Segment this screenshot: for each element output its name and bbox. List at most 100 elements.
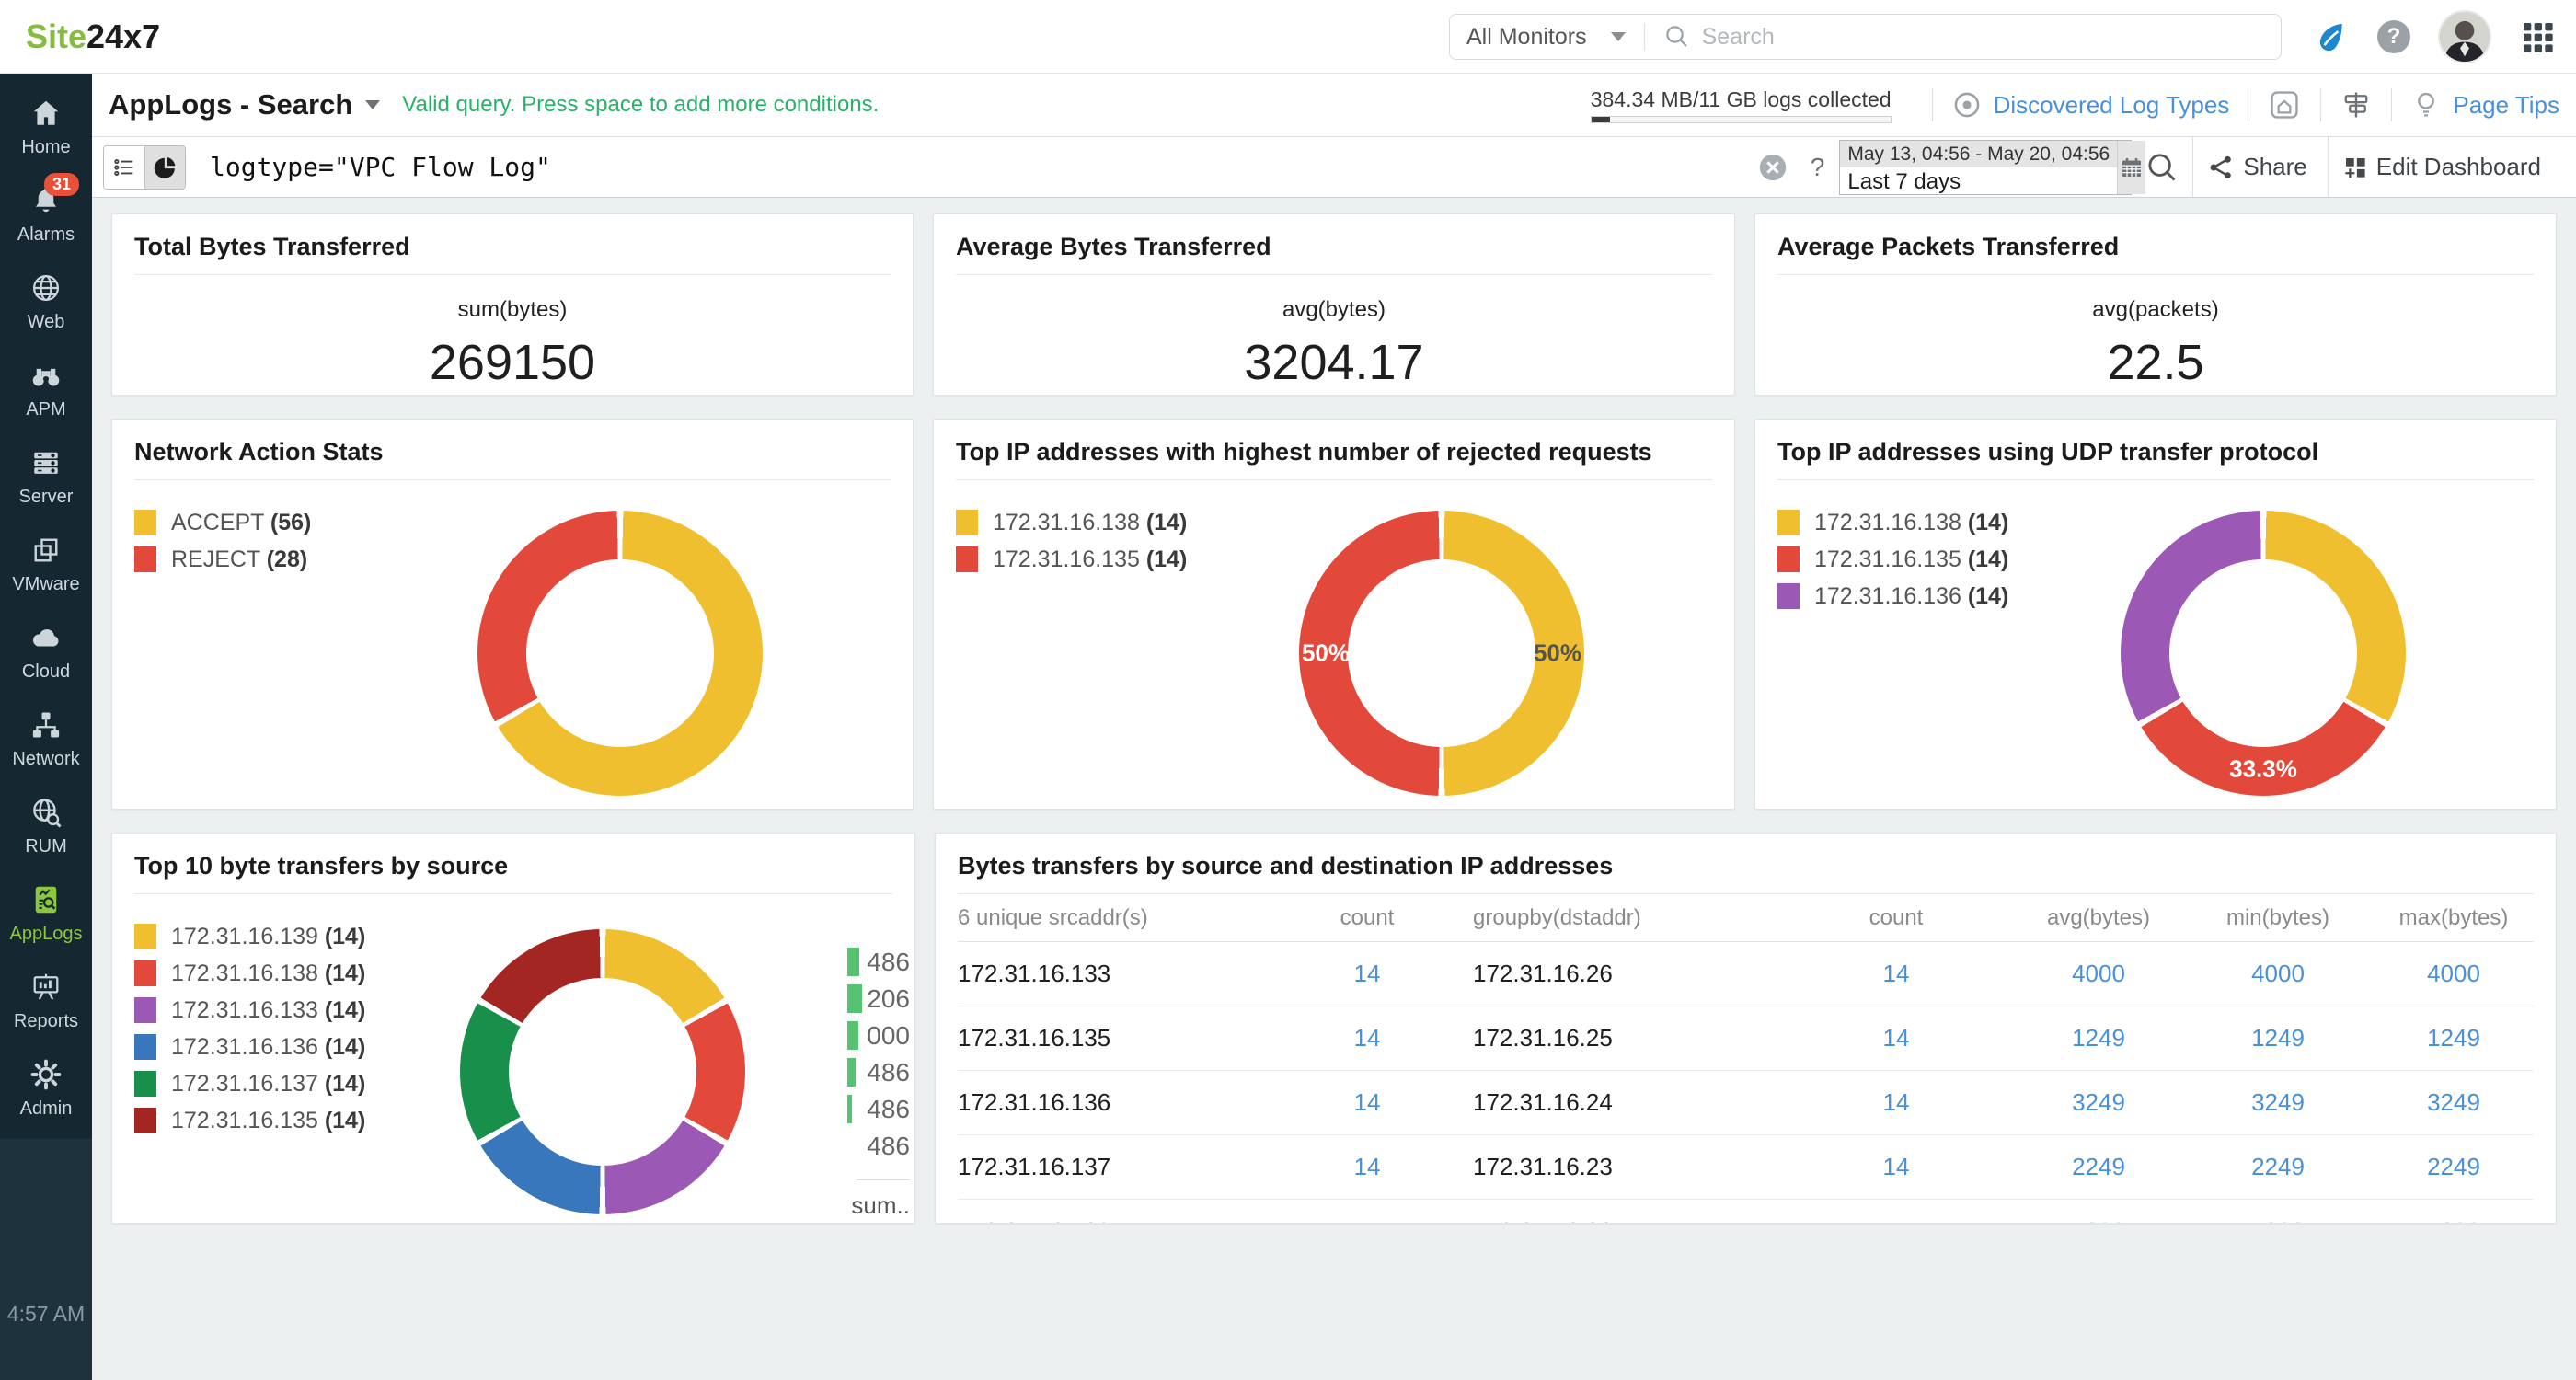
clear-query-icon[interactable] [1757, 152, 1788, 183]
search-submit-icon[interactable] [2145, 150, 2179, 185]
ip-cell: 172.31.16.136 [958, 1088, 1111, 1116]
sidebar-item-server[interactable]: Server [0, 432, 92, 520]
value-cell[interactable]: 14 [1786, 960, 2007, 988]
sidebar-item-cloud[interactable]: Cloud [0, 607, 92, 695]
help-icon[interactable]: ? [2377, 20, 2410, 53]
value-cell[interactable]: 3249 [2191, 1088, 2365, 1117]
chart-view-button[interactable] [144, 145, 185, 189]
discovered-log-types-link[interactable]: Discovered Log Types [1994, 91, 2230, 120]
legend-swatch [134, 924, 156, 949]
legend-item[interactable]: 172.31.16.136 (14) [1777, 583, 2008, 609]
home-frame-icon[interactable] [2267, 87, 2302, 122]
strip-bar-row: 486 [847, 1091, 910, 1128]
value-cell[interactable]: 4000 [2007, 960, 2191, 988]
site24x7-logo[interactable]: Site24x7 [26, 17, 160, 56]
sidebar-item-home[interactable]: Home [0, 83, 92, 170]
value-cell[interactable]: 14 [1786, 1217, 2007, 1223]
page-title[interactable]: AppLogs - Search [109, 88, 352, 121]
legend-item[interactable]: 172.31.16.136 (14) [134, 1034, 365, 1060]
value-cell[interactable]: 1249 [2191, 1024, 2365, 1052]
value-cell[interactable]: 14 [1261, 1088, 1473, 1117]
sidebar-item-rum[interactable]: RUM [0, 782, 92, 869]
sidebar-item-network[interactable]: Network [0, 695, 92, 782]
value-cell[interactable]: 3249 [2007, 1088, 2191, 1117]
value-cell[interactable]: 3249 [2365, 1088, 2542, 1117]
network-action-stats-donut-chart[interactable] [477, 511, 763, 796]
query-input[interactable]: logtype="VPC Flow Log" [210, 152, 1744, 182]
ip-cell: 172.31.16.23 [1473, 1153, 1613, 1180]
search-icon [1663, 23, 1691, 51]
chevron-down-icon [1610, 32, 1626, 41]
strip-bar-row: 000 [847, 1018, 910, 1054]
sidebar-item-alarms[interactable]: 31 Alarms [0, 170, 92, 258]
value-cell[interactable]: 4000 [2191, 960, 2365, 988]
page-tips-link[interactable]: Page Tips [2453, 91, 2559, 120]
legend-item[interactable]: 172.31.16.139 (14) [134, 924, 365, 949]
list-view-button[interactable] [104, 145, 144, 189]
topbar: Site24x7 All Monitors ? [0, 0, 2576, 74]
value-cell[interactable]: 1249 [2007, 1024, 2191, 1052]
legend-item[interactable]: 172.31.16.138 (14) [956, 510, 1187, 535]
sidebar-item-vmware[interactable]: VMware [0, 520, 92, 607]
ip-cell: 172.31.16.135 [958, 1024, 1111, 1052]
value-cell[interactable]: 1249 [2365, 1024, 2542, 1052]
sidebar-item-admin[interactable]: Admin [0, 1044, 92, 1132]
value-cell[interactable]: 14 [1261, 1024, 1473, 1052]
legend-swatch [134, 546, 156, 572]
divider [2320, 88, 2322, 121]
query-help-icon[interactable]: ? [1811, 153, 1825, 182]
strip-bar-row: 486 [847, 944, 910, 981]
value-cell[interactable]: 2249 [2365, 1153, 2542, 1181]
value-cell[interactable]: 14 [1261, 1153, 1473, 1181]
top-udp-ips-donut-chart[interactable]: 33.3% [2121, 511, 2406, 796]
value-cell[interactable]: 2249 [2191, 1153, 2365, 1181]
value-cell[interactable]: 14 [1261, 1217, 1473, 1223]
signpost-icon[interactable] [2340, 88, 2373, 121]
chevron-down-icon[interactable] [365, 100, 381, 109]
monitor-selector[interactable]: All Monitors [1466, 24, 1626, 51]
legend-item[interactable]: REJECT (28) [134, 546, 311, 572]
legend-item[interactable]: 172.31.16.138 (14) [134, 960, 365, 986]
legend-item[interactable]: 172.31.16.135 (14) [1777, 546, 2008, 572]
legend-item[interactable]: 172.31.16.135 (14) [956, 546, 1187, 572]
edit-dashboard-button[interactable]: Edit Dashboard [2329, 153, 2576, 181]
whats-new-icon[interactable] [2313, 18, 2350, 55]
value-cell[interactable]: 14 [1786, 1024, 2007, 1052]
sidebar-item-applogs[interactable]: AppLogs [0, 869, 92, 957]
value-cell[interactable]: 4999 [2365, 1217, 2542, 1223]
legend-label: 172.31.16.135 (14) [1814, 546, 2009, 572]
avatar[interactable] [2438, 10, 2491, 63]
value-cell[interactable]: 14 [1261, 960, 1473, 988]
value-cell[interactable]: 4999 [2191, 1217, 2365, 1223]
share-button[interactable]: Share [2193, 153, 2327, 182]
value-cell[interactable]: 14 [1786, 1153, 2007, 1181]
slice-percent-label: 50% [1301, 638, 1351, 667]
legend-item[interactable]: 172.31.16.138 (14) [1777, 510, 2008, 535]
applogs-icon [29, 881, 63, 918]
sidebar-item-label: AppLogs [9, 924, 83, 944]
value-cell[interactable]: 4000 [2365, 960, 2542, 988]
legend-item[interactable]: ACCEPT (56) [134, 510, 311, 535]
sidebar-item-label: Reports [13, 1011, 79, 1031]
legend-item[interactable]: 172.31.16.133 (14) [134, 997, 365, 1023]
value-cell[interactable]: 14 [1786, 1088, 2007, 1117]
eye-icon [1951, 89, 1983, 121]
date-range-picker[interactable]: May 13, 04:56 - May 20, 04:56 Last 7 day… [1839, 139, 2146, 195]
sidebar-item-apm[interactable]: APM [0, 345, 92, 432]
sidebar-item-reports[interactable]: Reports [0, 957, 92, 1044]
value-cell[interactable]: 2249 [2007, 1153, 2191, 1181]
strip-bar [847, 1095, 852, 1123]
apps-grid-icon[interactable] [2519, 18, 2556, 55]
legend-item[interactable]: 172.31.16.137 (14) [134, 1071, 365, 1097]
search-input[interactable] [1701, 23, 2264, 51]
value-cell[interactable]: 4999 [2007, 1217, 2191, 1223]
top10-byte-transfers-donut-chart[interactable] [460, 929, 745, 1214]
network-action-stats-widget: Network Action Stats ACCEPT (56) REJECT (2… [111, 419, 914, 810]
legend-item[interactable]: 172.31.16.135 (14) [134, 1108, 365, 1133]
legend-swatch [134, 960, 156, 986]
legend-swatch [1777, 546, 1800, 572]
top-rejected-ips-donut-chart[interactable]: 50% 50% [1299, 511, 1584, 796]
sidebar-item-label: Network [12, 749, 80, 769]
table-row: 172.31.16.133 14 172.31.16.26 14 4000 4000 400… [958, 942, 2534, 1006]
sidebar-item-web[interactable]: Web [0, 258, 92, 345]
